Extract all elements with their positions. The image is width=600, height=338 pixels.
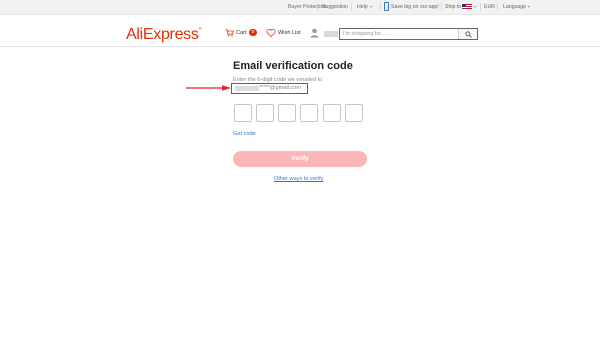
masked-email-highlight: *****@gmail.com [231, 83, 308, 94]
code-digit-1[interactable] [234, 104, 252, 122]
search-input[interactable] [340, 29, 458, 39]
get-code-link[interactable]: Get code [233, 131, 256, 137]
code-digit-4[interactable] [300, 104, 318, 122]
language-menu[interactable]: Language [503, 3, 531, 11]
logo-text: AliExpress [126, 26, 199, 43]
app-promo-link[interactable]: Save big on our app! [391, 3, 439, 11]
cart-label[interactable]: Cart [236, 30, 247, 36]
help-menu[interactable]: Help [357, 3, 372, 11]
divider [441, 3, 442, 11]
chevron-down-icon [474, 5, 476, 8]
cart-count-badge: 0 [249, 29, 257, 36]
help-label: Help [357, 4, 368, 10]
registered-mark: ® [198, 26, 202, 31]
divider [351, 3, 352, 11]
us-flag-icon [462, 4, 472, 10]
annotation-arrow-icon [186, 85, 231, 91]
user-icon[interactable] [310, 28, 319, 38]
code-digit-3[interactable] [278, 104, 296, 122]
ship-to-menu[interactable] [474, 3, 476, 11]
redacted-email-prefix [235, 86, 259, 91]
ship-to-label[interactable]: Ship to [445, 3, 461, 11]
search-icon [465, 30, 472, 38]
divider [380, 3, 381, 11]
verify-button[interactable]: Verify [233, 151, 367, 167]
suggestion-link[interactable]: Suggestion [322, 3, 348, 11]
page-title: Email verification code [233, 60, 353, 72]
phone-icon [384, 2, 389, 11]
header-divider [0, 46, 600, 47]
divider [480, 3, 481, 11]
chevron-down-icon [528, 5, 531, 8]
wish-list-label[interactable]: Wish List [278, 30, 301, 36]
buyer-protection-link[interactable]: Buyer Protection [288, 3, 326, 11]
search-bar [339, 28, 478, 40]
code-digit-6[interactable] [345, 104, 363, 122]
currency-label[interactable]: EUR [484, 3, 495, 11]
chevron-down-icon [369, 5, 372, 8]
heart-icon[interactable] [266, 28, 276, 38]
code-digit-5[interactable] [323, 104, 341, 122]
other-ways-to-verify-link[interactable]: Other ways to verify [274, 176, 323, 182]
top-utility-bar: Buyer Protection Suggestion Help Save bi… [0, 0, 600, 15]
cart-icon[interactable] [225, 29, 234, 37]
aliexpress-logo[interactable]: AliExpress® [126, 26, 202, 44]
divider [497, 3, 498, 11]
search-button[interactable] [458, 29, 477, 39]
divider [317, 3, 318, 11]
language-label: Language [503, 4, 527, 10]
code-digit-2[interactable] [256, 104, 274, 122]
masked-email: *****@gmail.com [259, 85, 302, 91]
redacted-username [324, 31, 338, 37]
